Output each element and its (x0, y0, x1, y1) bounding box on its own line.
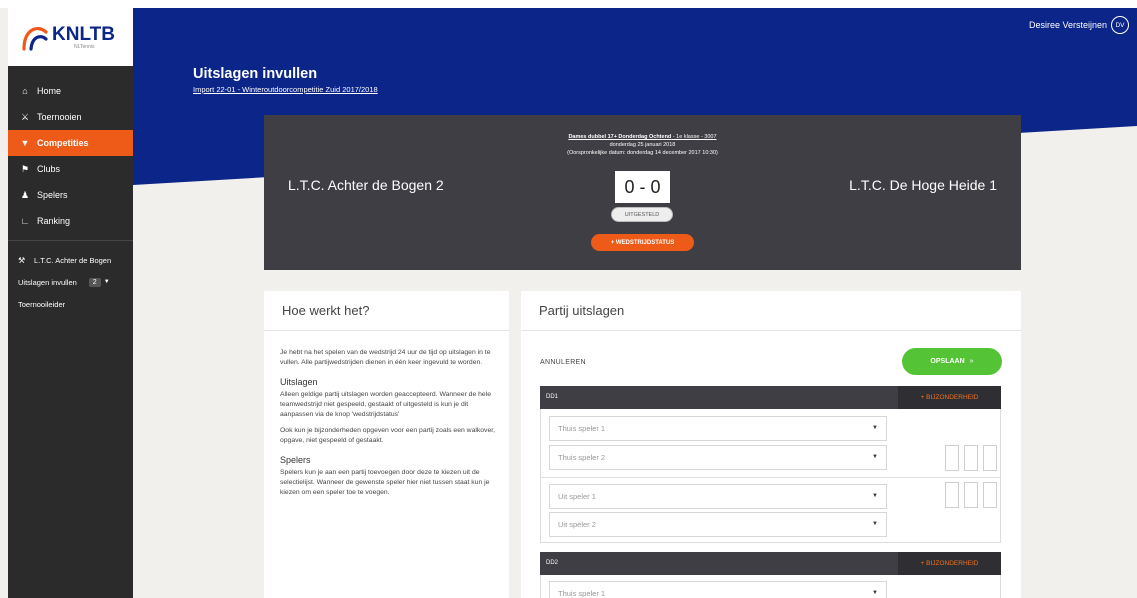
section-header-dd1: DD1 + BIJZONDERHEID (540, 386, 1001, 409)
home-set-3-input[interactable] (983, 445, 997, 471)
sidebar-item-label: Home (37, 86, 62, 96)
partij-uitslagen-panel: Partij uitslagen ANNULEREN OPSLAAN » DD1… (521, 291, 1021, 598)
avatar: DV (1111, 16, 1129, 34)
home-player-2-select[interactable]: Thuis speler 2 ▼ (549, 445, 887, 470)
sidebar-item-ranking[interactable]: ∟ Ranking (8, 208, 133, 234)
sidebar-item-uitslagen-invullen[interactable]: Uitslagen invullen 2 ▼ (8, 271, 133, 293)
sidebar-item-label: Clubs (37, 164, 61, 174)
home-player-1-select[interactable]: Thuis speler 1 ▼ (549, 416, 887, 441)
players-icon: ♟ (20, 189, 30, 200)
match-date: donderdag 25 januari 2018 (609, 142, 676, 148)
home-player-1-select[interactable]: Thuis speler 1 ▼ (549, 581, 887, 598)
section-body-dd1: Thuis speler 1 ▼ Thuis speler 2 ▼ Uit spel… (540, 409, 1001, 543)
paragraph: Spelers kun je aan een partij toevoegen … (280, 469, 490, 496)
logo[interactable]: KNLTB NLTennis (8, 8, 133, 66)
paragraph: Alleen geldige partij uitslagen worden g… (280, 391, 491, 418)
chevron-down-icon: ▼ (872, 493, 878, 499)
sidebar-item-label: Toernooien (37, 112, 82, 122)
paragraph: Ook kun je bijzonderheden opgeven voor e… (280, 427, 495, 444)
match-card: Dames dubbel 17+ Donderdag Ochtend - 1e … (264, 115, 1021, 270)
sidebar-item-label: Toernooileider (18, 299, 66, 309)
flag-icon: ⚑ (20, 163, 30, 174)
main-nav: ⌂ Home ⚔ Toernooien ▼ Competities ⚑ Club… (8, 78, 133, 315)
score-box: 0 - 0 (615, 171, 670, 203)
chevron-down-icon: ▼ (872, 521, 878, 527)
sidebar-item-toernooien[interactable]: ⚔ Toernooien (8, 104, 133, 130)
home-team: L.T.C. Achter de Bogen 2 (288, 177, 444, 193)
page-title: Uitslagen invullen (193, 66, 318, 82)
intro-text: Je hebt na het spelen van de wedstrijd 2… (280, 349, 491, 366)
divider (521, 330, 1021, 331)
logo-text: KNLTB (52, 24, 115, 45)
sidebar-item-home[interactable]: ⌂ Home (8, 78, 133, 104)
bijzonderheid-button[interactable]: + BIJZONDERHEID (898, 386, 1001, 409)
match-category-link[interactable]: Dames dubbel 17+ Donderdag Ochtend - 1e … (568, 134, 716, 140)
away-player-2-select[interactable]: Uit speler 2 ▼ (549, 512, 887, 537)
away-player-1-select[interactable]: Uit speler 1 ▼ (549, 484, 887, 509)
caret-down-icon[interactable]: ▼ (104, 279, 110, 285)
section-heading: Uitslagen (280, 377, 318, 387)
divider (264, 330, 509, 331)
save-label: OPSLAAN (930, 358, 965, 365)
cancel-button[interactable]: ANNULEREN (540, 359, 586, 366)
section-label: DD1 (546, 394, 559, 400)
sidebar-item-spelers[interactable]: ♟ Spelers (8, 182, 133, 208)
top-strip (0, 0, 1137, 8)
nav-divider (8, 240, 133, 241)
sidebar-item-competities[interactable]: ▼ Competities (8, 130, 133, 156)
home-icon: ⌂ (22, 86, 28, 96)
page-subtitle-link[interactable]: Import 22-01 - Winteroutdoorcompetitie Z… (193, 85, 378, 94)
section-heading: Spelers (280, 455, 311, 465)
how-it-works-panel: Hoe werkt het? Je hebt na het spelen van… (264, 291, 509, 598)
knltb-logo-icon (22, 27, 48, 51)
home-set-1-input[interactable] (945, 445, 959, 471)
chevron-down-icon: ▼ (872, 454, 878, 460)
chevron-down-icon: ▼ (872, 590, 878, 596)
sidebar: KNLTB NLTennis ⌂ Home ⚔ Toernooien ▼ Com… (8, 8, 133, 598)
away-set-1-input[interactable] (945, 482, 959, 508)
wrench-icon: ⚒ (18, 255, 26, 265)
section-body-dd2: Thuis speler 1 ▼ (540, 575, 1001, 598)
away-team: L.T.C. De Hoge Heide 1 (849, 177, 997, 193)
chevron-down-icon: ▼ (872, 425, 878, 431)
user-name: Desiree Versteijnen (1028, 20, 1107, 30)
sidebar-item-label: Ranking (37, 216, 71, 226)
sidebar-item-toernooileider[interactable]: Toernooileider (8, 293, 133, 315)
sidebar-club-label: L.T.C. Achter de Bogen (34, 255, 112, 265)
away-set-2-input[interactable] (964, 482, 978, 508)
cup-icon: ▼ (20, 138, 30, 148)
trophy-icon: ⚔ (20, 111, 30, 122)
panel-title: Hoe werkt het? (282, 303, 370, 318)
status-badge: UITGESTELD (611, 207, 673, 222)
save-button[interactable]: OPSLAAN » (902, 348, 1002, 375)
sidebar-item-label: Competities (37, 138, 89, 148)
panel-title: Partij uitslagen (539, 303, 625, 318)
count-badge: 2 (88, 277, 101, 287)
away-set-3-input[interactable] (983, 482, 997, 508)
how-it-works-body: Je hebt na het spelen van de wedstrijd 2… (280, 348, 495, 504)
sidebar-club-link[interactable]: ⚒ L.T.C. Achter de Bogen (8, 249, 133, 271)
sidebar-item-label: Uitslagen invullen (18, 277, 77, 287)
sidebar-item-label: Spelers (37, 190, 68, 200)
section-label: DD2 (546, 560, 559, 566)
divider (541, 477, 1000, 478)
double-chevron-right-icon: » (969, 358, 974, 365)
user-menu[interactable]: Desiree Versteijnen DV (1029, 16, 1129, 34)
match-header: Dames dubbel 17+ Donderdag Ochtend - 1e … (264, 133, 1021, 157)
chart-icon: ∟ (20, 216, 30, 226)
home-set-2-input[interactable] (964, 445, 978, 471)
wedstrijdstatus-button[interactable]: + WEDSTRIJDSTATUS (591, 234, 694, 251)
logo-subtext: NLTennis (74, 44, 95, 50)
match-original-date: (Oorspronkelijke datum: donderdag 14 dec… (567, 150, 718, 156)
sidebar-item-clubs[interactable]: ⚑ Clubs (8, 156, 133, 182)
section-header-dd2: DD2 + BIJZONDERHEID (540, 552, 1001, 575)
bijzonderheid-button[interactable]: + BIJZONDERHEID (898, 552, 1001, 575)
